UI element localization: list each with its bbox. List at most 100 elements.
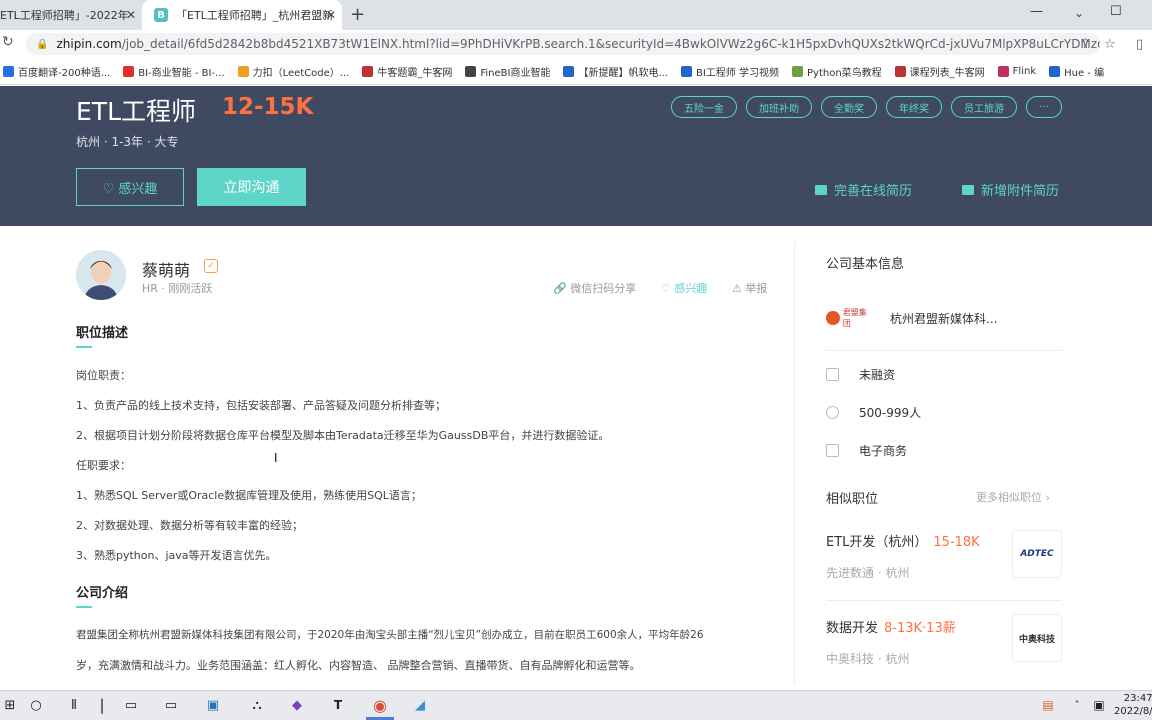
bookmark-label: 百度翻译-200种语... <box>18 68 111 79</box>
file-icon[interactable]: ▭ <box>160 690 182 720</box>
benefit-tag: 五险一金 <box>671 96 737 118</box>
description-line: 2、对数据处理、数据分析等有较丰富的经验； <box>76 519 303 532</box>
tray-chevron-icon[interactable]: ˆ <box>1070 690 1084 720</box>
company-intro-line: 岁，充满激情和战斗力。业务范围涵盖：红人孵化、内容智造、 品牌整合营销、直播带货… <box>76 659 641 672</box>
bookmark-item[interactable]: Python菜鸟教程 <box>792 64 882 79</box>
bookmark-favicon-icon <box>123 66 135 77</box>
sidebar-icon[interactable]: ▯ <box>1136 37 1143 52</box>
bookmark-favicon-icon <box>997 66 1009 77</box>
task-view-icon[interactable]: ⫴ <box>62 690 86 720</box>
company-logo[interactable]: 君盟集团 <box>826 308 874 328</box>
chrome-icon[interactable]: ◉ <box>366 690 394 720</box>
similar-job-name: ETL开发（杭州） <box>826 535 928 550</box>
bookmark-item[interactable]: 【新提醒】帆软电... <box>563 64 668 79</box>
browser-tab-2-active[interactable]: B 「ETL工程师招聘」_杭州君盟新 ✕ <box>142 0 342 30</box>
url-path: /job_detail/6fd5d2842b8bd4521XB73tW1ElNX… <box>121 37 1100 51</box>
bookmark-label: Python菜鸟教程 <box>807 68 882 79</box>
chat-now-button[interactable]: 立即沟通 <box>197 168 306 206</box>
bookmark-favicon-icon <box>681 66 692 77</box>
browser-tab-1[interactable]: ETL工程师招聘」-2022年 ✕ <box>0 0 142 30</box>
resume-icon <box>815 184 827 195</box>
bookmark-item[interactable]: 百度翻译-200种语... <box>3 64 110 79</box>
bookmark-label: Hue - 编 <box>1064 68 1105 79</box>
interest-link[interactable]: ♡ 感兴趣 <box>661 280 707 296</box>
bookmark-item[interactable]: FineBI商业智能 <box>465 64 550 79</box>
bookmark-item[interactable]: 力扣（LeetCode）... <box>237 64 350 79</box>
tab-title: ETL工程师招聘」-2022年 <box>0 9 129 22</box>
windows-start-icon[interactable]: ⊞ <box>0 690 20 720</box>
bookmark-item[interactable]: 牛客题霸_牛客网 <box>362 64 452 79</box>
similar-job-company: 中奥科技 <box>826 652 875 666</box>
logo-mark <box>826 311 840 325</box>
divider <box>826 350 1062 351</box>
tray-app-icon[interactable]: ▤ <box>1038 690 1058 720</box>
company-financing: 未融资 <box>826 366 895 383</box>
company-intro-heading: 公司介绍 <box>76 586 129 601</box>
complete-resume-link[interactable]: 完善在线简历 <box>815 180 912 199</box>
file-icon[interactable]: ▭ <box>120 690 142 720</box>
minimize-icon[interactable]: — <box>1030 4 1043 19</box>
similar-job-title[interactable]: ETL开发（杭州） 15-18K <box>826 531 980 550</box>
company-info-heading: 公司基本信息 <box>826 257 905 272</box>
address-input[interactable]: 🔒 zhipin.com /job_detail/6fd5d2842b8bd45… <box>26 33 1100 55</box>
description-line: 1、熟悉SQL Server或Oracle数据库管理及使用，熟练使用SQL语言； <box>76 489 422 502</box>
bookmark-label: 力扣（LeetCode）... <box>252 68 350 79</box>
share-icon[interactable]: ⇪ <box>1080 37 1091 52</box>
description-line: 1、负责产品的线上技术支持，包括安装部署、产品答疑及问题分析排查等； <box>76 399 446 412</box>
maximize-icon[interactable]: ☐ <box>1110 4 1122 19</box>
interest-label: 感兴趣 <box>674 282 708 295</box>
benefit-tag: 员工旅游 <box>951 96 1017 118</box>
notification-icon[interactable]: ▣ <box>1090 690 1108 720</box>
clock-time: 23:47 <box>1123 693 1152 704</box>
bookmark-item[interactable]: Hue - 编 <box>1049 64 1104 79</box>
hr-meta: HR · 刚刚活跃 <box>142 280 212 296</box>
bookmark-item[interactable]: BI-商业智能 - BI-... <box>123 64 225 79</box>
description-line: 岗位职责： <box>76 369 131 382</box>
bookmark-favicon-icon <box>894 66 906 77</box>
similar-job-city: 杭州 <box>885 652 910 666</box>
typora-icon[interactable]: T <box>324 690 352 720</box>
report-label: 举报 <box>745 282 768 295</box>
wechat-share-link[interactable]: 🔗 微信扫码分享 <box>553 280 636 296</box>
new-tab-icon[interactable]: + <box>350 4 365 25</box>
description-line: 2、根据项目计划分阶段将数据仓库平台模型及脚本由Teradata迁移至华为Gau… <box>76 429 610 442</box>
close-icon[interactable]: ✕ <box>126 8 136 22</box>
similar-job-logo[interactable]: 中奥科技 <box>1012 614 1062 662</box>
reload-icon[interactable]: ↻ <box>2 34 14 50</box>
bookmarks-bar: 百度翻译-200种语... BI-商业智能 - BI-... 力扣（LeetCode… <box>0 59 1152 85</box>
job-meta: 杭州 · 1-3年 · 大专 <box>76 135 179 149</box>
similar-job-meta: 中奥科技 · 杭州 <box>826 652 910 666</box>
similar-job-salary: 8-13K·13薪 <box>884 621 956 636</box>
description-line: 任职要求： <box>76 459 131 472</box>
report-link[interactable]: ⚠ 举报 <box>732 280 767 296</box>
url-host: zhipin.com <box>56 37 122 51</box>
similar-jobs-heading: 相似职位 <box>826 492 879 507</box>
bookmark-item[interactable]: BI工程师 学习视频 <box>681 64 779 79</box>
bookmark-label: BI-商业智能 - BI-... <box>138 68 225 79</box>
avatar <box>76 250 126 300</box>
company-name-link[interactable]: 杭州君盟新媒体科... <box>890 310 997 327</box>
similar-job-title[interactable]: 数据开发 8-13K·13薪 <box>826 617 956 636</box>
heading-underline <box>76 606 92 608</box>
interest-button[interactable]: ♡ 感兴趣 <box>76 168 184 206</box>
tab-title: 「ETL工程师招聘」_杭州君盟新 <box>176 9 334 22</box>
share-label: 微信扫码分享 <box>570 282 637 295</box>
more-tags-button[interactable]: ··· <box>1026 96 1062 118</box>
bookmark-item[interactable]: 课程列表_牛客网 <box>894 64 985 79</box>
ide-icon[interactable]: ◆ <box>284 690 310 720</box>
network-diagram-icon[interactable]: ⛬ <box>244 690 270 720</box>
search-icon[interactable]: ○ <box>24 690 48 720</box>
hr-status: 刚刚活跃 <box>168 282 213 295</box>
star-icon[interactable]: ☆ <box>1104 37 1116 52</box>
chevron-right-icon: › <box>1042 491 1050 504</box>
more-similar-link[interactable]: 更多相似职位 › <box>976 489 1050 505</box>
close-icon[interactable]: ✕ <box>326 8 336 22</box>
window-icon[interactable]: ▣ <box>200 690 226 720</box>
chevron-down-icon[interactable]: ⌄ <box>1074 6 1084 20</box>
taskbar-clock[interactable]: 23:47 2022/8/ <box>1114 690 1152 718</box>
add-attachment-resume-link[interactable]: 新增附件简历 <box>962 180 1059 199</box>
app-icon[interactable]: ◢ <box>406 690 434 720</box>
similar-job-logo[interactable]: ADTEC <box>1012 530 1062 578</box>
link-icon: 🔗 <box>553 282 571 295</box>
bookmark-item[interactable]: Flink <box>997 66 1036 77</box>
